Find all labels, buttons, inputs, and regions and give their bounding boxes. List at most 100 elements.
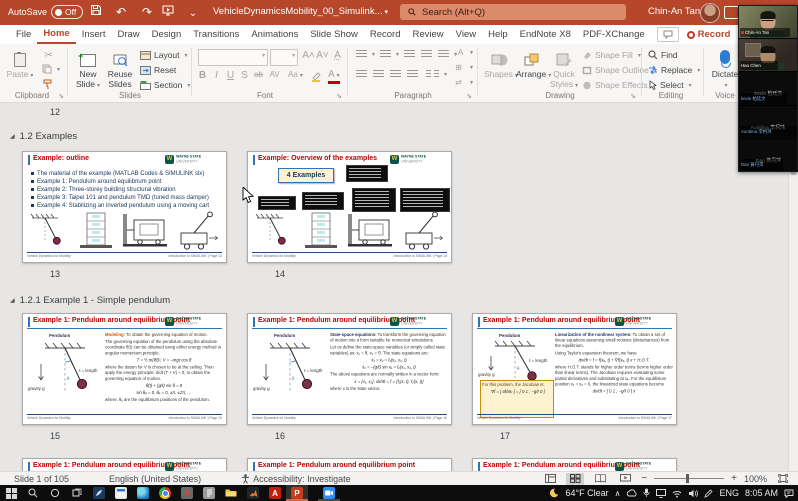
slide-count[interactable]: Slide 1 of 105 xyxy=(14,474,69,484)
quick-access-customize-icon[interactable] xyxy=(184,4,202,22)
text-shadow-button[interactable]: S xyxy=(238,70,251,81)
tab-design[interactable]: Design xyxy=(146,26,188,43)
drawing-dialog-launcher-icon[interactable]: ⇘ xyxy=(630,92,636,100)
app-meeting[interactable] xyxy=(318,485,340,501)
zoom-in-button[interactable]: + xyxy=(731,473,737,484)
normal-view-button[interactable] xyxy=(541,473,559,485)
volume-icon[interactable] xyxy=(688,489,698,498)
paste-button[interactable]: Paste xyxy=(4,47,36,81)
tab-animations[interactable]: Animations xyxy=(245,26,304,43)
fit-to-window-button[interactable] xyxy=(774,473,792,485)
tab-view[interactable]: View xyxy=(450,26,482,43)
underline-button[interactable]: U xyxy=(224,70,237,81)
weather-moon-icon[interactable] xyxy=(549,488,559,498)
tab-transitions[interactable]: Transitions xyxy=(187,26,245,43)
tab-insert[interactable]: Insert xyxy=(76,26,112,43)
cut-button[interactable]: ✂ xyxy=(42,50,55,61)
language-indicator[interactable]: ENG xyxy=(719,488,739,498)
cortana-button[interactable] xyxy=(44,485,66,501)
app-edge[interactable] xyxy=(132,485,154,501)
action-center-icon[interactable] xyxy=(784,489,794,498)
slide-thumbnail-20[interactable]: Example 1: Pendulum around equilibrium p… xyxy=(472,458,677,471)
app-media[interactable] xyxy=(176,485,198,501)
italic-button[interactable]: I xyxy=(210,70,223,81)
layout-button[interactable]: Layout xyxy=(140,50,188,60)
redo-icon[interactable] xyxy=(138,4,156,20)
increase-indent-button[interactable] xyxy=(421,50,432,59)
app-notes[interactable] xyxy=(110,485,132,501)
reset-button[interactable]: Reset xyxy=(140,65,176,75)
app-mail-quill[interactable] xyxy=(88,485,110,501)
accessibility-status[interactable]: Accessibility: Investigate xyxy=(241,474,351,484)
numbering-button[interactable] xyxy=(380,50,399,59)
align-left-button[interactable] xyxy=(356,70,367,79)
app-chrome[interactable] xyxy=(154,485,176,501)
start-button[interactable] xyxy=(0,485,22,501)
align-right-button[interactable] xyxy=(390,70,401,79)
tab-pdf-xchange[interactable]: PDF-XChange xyxy=(577,26,651,43)
reuse-slides-button[interactable]: Reuse Slides xyxy=(104,47,136,89)
undo-icon[interactable] xyxy=(112,4,130,20)
slide-show-view-button[interactable] xyxy=(616,473,634,485)
document-title[interactable]: VehicleDynamicsMobility_00_Simulink... xyxy=(213,6,363,17)
copy-button[interactable] xyxy=(42,64,60,74)
align-text-button[interactable]: ⊞ xyxy=(452,63,473,72)
section-button[interactable]: Section xyxy=(140,80,190,90)
app-file-explorer[interactable] xyxy=(220,485,242,501)
format-painter-button[interactable] xyxy=(42,79,53,90)
participant-tile[interactable]: Chin-An Tan xyxy=(739,6,797,39)
onedrive-icon[interactable] xyxy=(626,489,637,497)
quick-styles-button[interactable]: Quick Styles xyxy=(548,47,580,91)
show-hidden-icons[interactable]: ∧ xyxy=(615,489,621,498)
participant-tile[interactable]: kevin 柏廷文 kevin 柏廷文 xyxy=(739,72,797,105)
slide-thumbnail-13[interactable]: Example: outline W WAYNE STATEUNIVERSITY… xyxy=(22,151,227,263)
clipboard-dialog-launcher-icon[interactable]: ⇘ xyxy=(58,92,64,100)
reading-view-button[interactable] xyxy=(591,473,609,485)
find-button[interactable]: Find xyxy=(648,50,678,60)
new-slide-button[interactable]: + New Slide xyxy=(72,47,104,91)
tab-home[interactable]: Home xyxy=(37,25,75,44)
tab-slide-show[interactable]: Slide Show xyxy=(304,26,364,43)
select-button[interactable]: Select xyxy=(648,80,692,90)
save-icon[interactable] xyxy=(90,4,108,16)
microphone-tray-icon[interactable] xyxy=(643,488,650,498)
section-collapse-icon[interactable]: ◢ xyxy=(10,297,15,304)
tab-record[interactable]: Record xyxy=(364,26,407,43)
tab-endnote[interactable]: EndNote X8 xyxy=(514,26,577,43)
grow-font-button[interactable]: A˄ xyxy=(302,50,315,61)
language-status[interactable]: English (United States) xyxy=(109,474,201,484)
bold-button[interactable]: B xyxy=(196,70,209,81)
text-direction-button[interactable]: ↓A xyxy=(452,48,473,57)
weather-text[interactable]: 64°F Clear xyxy=(565,488,608,498)
clear-formatting-button[interactable]: A xyxy=(331,50,344,61)
slide-sorter-pane[interactable]: 12 ◢ 1.2 Examples Example: outline W WAY… xyxy=(0,103,798,471)
section-header-example1[interactable]: ◢ 1.2.1 Example 1 - Simple pendulum xyxy=(10,295,170,306)
pen-workspace-icon[interactable] xyxy=(704,489,713,498)
account-name[interactable]: Chin-An Tan xyxy=(648,6,700,17)
paragraph-dialog-launcher-icon[interactable]: ⇘ xyxy=(466,92,472,100)
strikethrough-button[interactable]: ab xyxy=(252,70,265,79)
font-color-button[interactable]: A xyxy=(328,70,340,84)
network-icon[interactable] xyxy=(672,489,682,498)
tab-file[interactable]: File xyxy=(10,26,37,43)
font-name-combobox[interactable] xyxy=(198,49,268,66)
tab-draw[interactable]: Draw xyxy=(111,26,145,43)
slide-thumbnail-15[interactable]: Example 1: Pendulum around equilibrium p… xyxy=(22,313,227,425)
start-slideshow-icon[interactable] xyxy=(162,4,180,16)
display-tray-icon[interactable] xyxy=(656,489,666,498)
shapes-button[interactable]: Shapes xyxy=(484,47,516,81)
autosave-toggle[interactable]: AutoSave Off xyxy=(8,5,83,19)
arrange-button[interactable]: Arrange xyxy=(516,47,548,81)
app-matlab[interactable] xyxy=(242,485,264,501)
zoom-slider-thumb[interactable] xyxy=(686,474,689,483)
comments-button[interactable] xyxy=(657,27,679,42)
taskbar-search-button[interactable] xyxy=(22,485,44,501)
slide-thumbnail-19[interactable]: Example 1: Pendulum around equilibrium p… xyxy=(247,458,452,471)
bullets-button[interactable] xyxy=(356,50,375,59)
zoom-out-button[interactable]: − xyxy=(641,473,647,484)
zoom-slider[interactable] xyxy=(654,478,724,479)
shape-outline-button[interactable]: Shape Outline xyxy=(582,65,657,75)
slide-thumbnail-17[interactable]: Example 1: Pendulum around equilibrium p… xyxy=(472,313,677,425)
slide-thumbnail-16[interactable]: Example 1: Pendulum around equilibrium p… xyxy=(247,313,452,425)
section-collapse-icon[interactable]: ◢ xyxy=(10,133,15,140)
